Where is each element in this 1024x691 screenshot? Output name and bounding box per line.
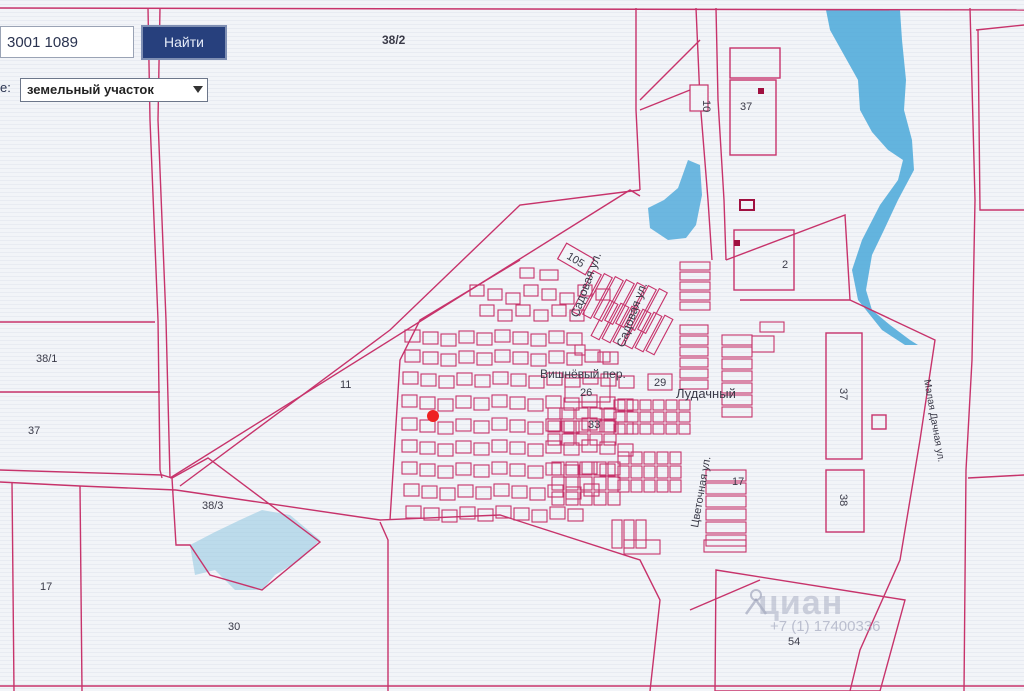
road-code-10: 10 (700, 100, 712, 112)
building-mark (734, 240, 740, 246)
location-marker[interactable] (427, 410, 439, 422)
chevron-down-icon (193, 86, 203, 93)
object-type-selected-value: земельный участок (27, 82, 154, 97)
block-label-17: 17 (732, 476, 744, 488)
parcel-label-38-3: 38/3 (202, 500, 223, 512)
parcel-label-17-left: 17 (40, 581, 52, 593)
cadastral-search-input[interactable] (0, 26, 134, 58)
cadastral-map[interactable]: 38/2 38/1 37 11 38/3 17 30 37 2 10 105 2… (0, 0, 1024, 691)
parcel-label-2: 2 (782, 259, 788, 271)
building-mark (758, 88, 764, 94)
parcel-label-38-2: 38/2 (382, 33, 406, 47)
parcel-label-38-1: 38/1 (36, 353, 57, 365)
parcel-label-37-top: 37 (740, 101, 752, 113)
parcel-label-37-right: 37 (837, 388, 849, 400)
street-label: Вишнёвый пер. (540, 367, 626, 381)
block-label-26: 26 (580, 387, 592, 399)
block-label-29: 29 (654, 377, 666, 389)
object-type-label: е: (0, 80, 11, 95)
parcel-label-38-right: 38 (837, 494, 849, 506)
map-canvas[interactable]: 38/2 38/1 37 11 38/3 17 30 37 2 10 105 2… (0, 0, 1024, 691)
parcel-label-54: 54 (788, 636, 800, 648)
object-type-select[interactable]: земельный участок (20, 78, 208, 102)
block-label-33: 33 (588, 419, 600, 431)
parcel-label-11: 11 (340, 379, 351, 391)
watermark-phone: +7 (1) 17400336 (770, 618, 881, 635)
parcel-label-30: 30 (228, 621, 240, 633)
search-button[interactable]: Найти (141, 25, 227, 60)
parcel-label-37-left: 37 (28, 425, 40, 437)
street-label: Лудачный (676, 386, 736, 401)
